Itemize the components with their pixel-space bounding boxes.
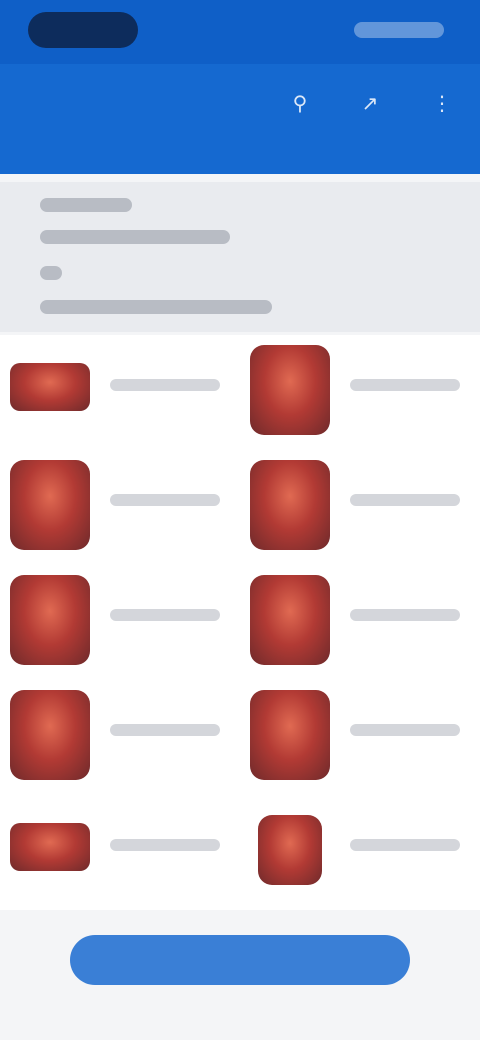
item-thumbnail — [10, 690, 90, 780]
product-grid — [0, 335, 480, 910]
tab-strip — [0, 150, 480, 182]
filter-line[interactable] — [40, 198, 132, 212]
item-thumbnail — [250, 575, 330, 665]
item-title — [110, 609, 220, 621]
item-title — [350, 839, 460, 851]
grid-item[interactable] — [240, 335, 480, 450]
grid-item[interactable] — [240, 450, 480, 565]
grid-item[interactable] — [240, 795, 480, 910]
item-thumbnail — [250, 345, 330, 435]
grid-item[interactable] — [0, 335, 240, 450]
item-title — [350, 379, 460, 391]
item-thumbnail — [258, 815, 322, 885]
item-title — [350, 494, 460, 506]
item-title — [110, 839, 220, 851]
item-thumbnail — [250, 460, 330, 550]
status-time-pill — [28, 12, 138, 48]
item-thumbnail — [250, 690, 330, 780]
primary-action-button[interactable] — [70, 935, 410, 985]
grid-item[interactable] — [0, 565, 240, 680]
filter-line[interactable] — [40, 266, 62, 280]
grid-item[interactable] — [0, 450, 240, 565]
item-title — [110, 494, 220, 506]
share-icon[interactable]: ↗ — [356, 92, 384, 116]
item-thumbnail — [10, 823, 90, 871]
item-thumbnail — [10, 363, 90, 411]
item-title — [350, 609, 460, 621]
search-icon[interactable]: ⚲ — [286, 92, 314, 116]
filter-line[interactable] — [40, 230, 230, 244]
item-thumbnail — [10, 575, 90, 665]
status-bar — [0, 0, 480, 64]
grid-item[interactable] — [0, 795, 240, 910]
item-title — [350, 724, 460, 736]
filter-line[interactable] — [40, 300, 272, 314]
grid-item[interactable] — [240, 565, 480, 680]
grid-item[interactable] — [0, 680, 240, 795]
status-icons — [354, 22, 444, 38]
filter-panel — [0, 182, 480, 332]
grid-item[interactable] — [240, 680, 480, 795]
item-thumbnail — [10, 460, 90, 550]
item-title — [110, 724, 220, 736]
more-icon[interactable]: ⋮ — [428, 92, 456, 116]
item-title — [110, 379, 220, 391]
